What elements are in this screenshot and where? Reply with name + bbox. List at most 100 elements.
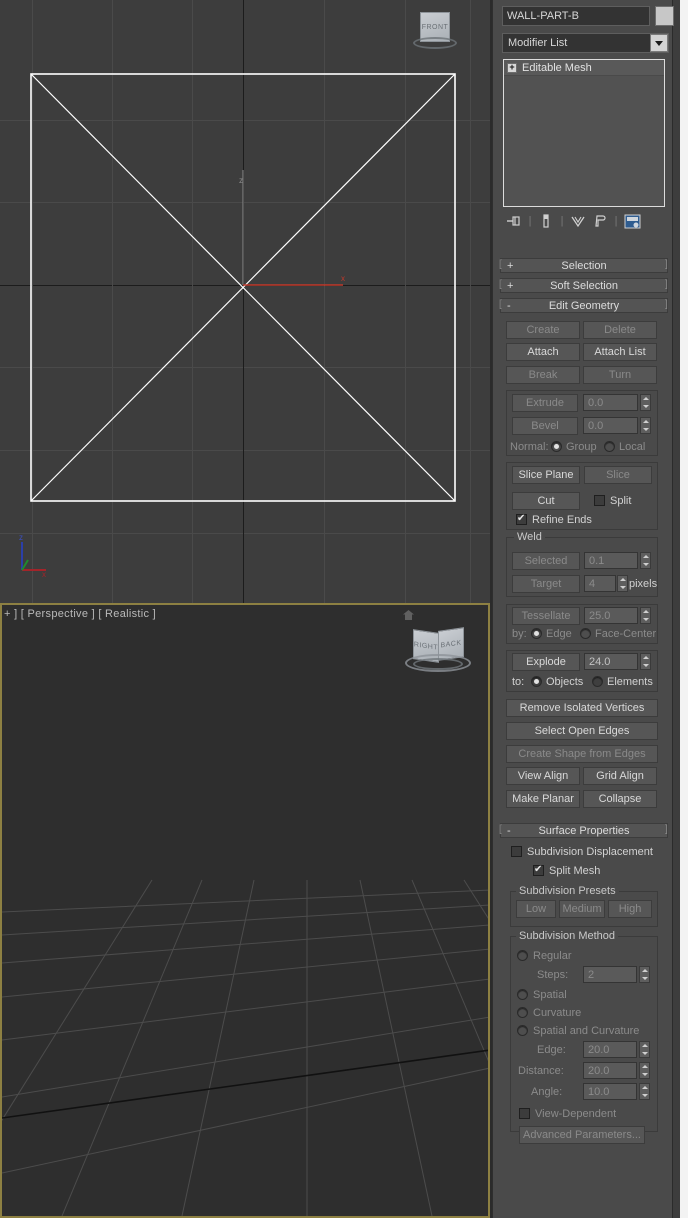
subdivision-displacement-checkbox[interactable]: [511, 846, 522, 857]
object-color-swatch[interactable]: [655, 6, 674, 26]
modifier-stack-list[interactable]: + Editable Mesh: [503, 59, 665, 207]
angle-field[interactable]: 10.0: [583, 1083, 637, 1100]
explode-spinner[interactable]: [640, 653, 651, 670]
object-name-row: [502, 6, 678, 26]
background-window[interactable]: i n r n r - a: [680, 0, 688, 1218]
explode-to-objects-radio[interactable]: [531, 676, 542, 687]
method-spatial-and-curvature-radio[interactable]: [517, 1025, 528, 1036]
bevel-button[interactable]: Bevel: [512, 417, 578, 435]
remove-modifier-icon[interactable]: [589, 211, 611, 231]
explode-to-elements-radio[interactable]: [592, 676, 603, 687]
normal-group-radio[interactable]: [551, 441, 562, 452]
tessellate-by-edge-radio[interactable]: [531, 628, 542, 639]
split-checkbox[interactable]: [594, 495, 605, 506]
rollout-title: Surface Properties: [538, 824, 630, 837]
modifier-list-dropdown[interactable]: Modifier List: [502, 33, 669, 53]
rollout-selection[interactable]: + Selection: [500, 258, 668, 273]
create-button[interactable]: Create: [506, 321, 580, 339]
angle-spinner[interactable]: [639, 1083, 650, 1100]
extrude-amount-field[interactable]: 0.0: [583, 394, 638, 411]
steps-field[interactable]: 2: [583, 966, 637, 983]
rollout-surface-properties[interactable]: - Surface Properties: [500, 823, 668, 838]
select-open-edges-button[interactable]: Select Open Edges: [506, 722, 658, 740]
edge-label: Edge:: [537, 1044, 566, 1056]
view-align-button[interactable]: View Align: [506, 767, 580, 785]
perspective-viewport-viewcube[interactable]: RIGHT BACK: [405, 625, 475, 685]
normal-group-label: Group: [566, 441, 597, 453]
create-shape-from-edges-button[interactable]: Create Shape from Edges: [506, 745, 658, 763]
subdivision-presets-title: Subdivision Presets: [516, 885, 619, 897]
preset-low-button[interactable]: Low: [516, 900, 556, 918]
normal-local-radio[interactable]: [604, 441, 615, 452]
preset-high-button[interactable]: High: [608, 900, 652, 918]
perspective-viewport-label[interactable]: + ] [ Perspective ] [ Realistic ]: [4, 608, 156, 620]
chevron-down-icon[interactable]: [650, 34, 668, 52]
slice-button[interactable]: Slice: [584, 466, 652, 484]
cut-button[interactable]: Cut: [512, 492, 580, 510]
delete-button[interactable]: Delete: [583, 321, 657, 339]
refine-ends-checkbox[interactable]: [516, 513, 527, 525]
tessellate-button[interactable]: Tessellate: [512, 607, 580, 625]
distance-field[interactable]: 20.0: [583, 1062, 637, 1079]
method-curvature-radio[interactable]: [517, 1007, 528, 1018]
explode-angle-field[interactable]: 24.0: [584, 653, 638, 670]
view-dependent-checkbox[interactable]: [519, 1108, 530, 1119]
rollout-edit-geometry[interactable]: - Edit Geometry: [500, 298, 668, 313]
viewcube-home-icon[interactable]: [403, 610, 414, 620]
perspective-viewport[interactable]: + ] [ Perspective ] [ Realistic ] RIGHT …: [0, 605, 490, 1218]
pin-stack-icon[interactable]: [503, 211, 525, 231]
explode-to-elements-label: Elements: [607, 676, 653, 688]
object-name-input[interactable]: [502, 6, 650, 26]
break-button[interactable]: Break: [506, 366, 580, 384]
extrude-spinner[interactable]: [640, 394, 651, 411]
weld-threshold-field[interactable]: 0.1: [584, 552, 638, 569]
edge-field[interactable]: 20.0: [583, 1041, 637, 1058]
turn-button[interactable]: Turn: [583, 366, 657, 384]
attach-list-button[interactable]: Attach List: [583, 343, 657, 361]
bevel-amount-field[interactable]: 0.0: [583, 417, 638, 434]
preset-medium-button[interactable]: Medium: [559, 900, 605, 918]
distance-spinner[interactable]: [639, 1062, 650, 1079]
rollout-bracket: ]: [665, 299, 668, 310]
top-viewport-z-axis-label: z: [239, 176, 243, 185]
rollout-soft-selection[interactable]: + Soft Selection: [500, 278, 668, 293]
tessellate-by-face-center-label: Face-Center: [595, 628, 657, 640]
method-spatial-radio[interactable]: [517, 989, 528, 1000]
remove-isolated-vertices-button[interactable]: Remove Isolated Vertices: [506, 699, 658, 717]
show-end-result-icon[interactable]: [535, 211, 557, 231]
angle-label: Angle:: [531, 1086, 563, 1098]
normal-label: Normal:: [510, 441, 549, 453]
top-viewport[interactable]: z x FRONT: [0, 0, 490, 603]
tessellate-tension-field[interactable]: 25.0: [584, 607, 638, 624]
tessellate-by-face-center-radio[interactable]: [580, 628, 591, 639]
subdivision-displacement-label: Subdivision Displacement: [527, 846, 653, 858]
slice-plane-button[interactable]: Slice Plane: [512, 466, 580, 484]
explode-to-objects-label: Objects: [546, 676, 584, 688]
steps-spinner[interactable]: [639, 966, 650, 983]
top-viewport-viewcube[interactable]: FRONT: [413, 12, 457, 54]
command-panel-scrollbar[interactable]: [672, 0, 680, 1218]
weld-selected-button[interactable]: Selected: [512, 552, 580, 570]
modifier-stack-item[interactable]: + Editable Mesh: [504, 60, 664, 76]
attach-button[interactable]: Attach: [506, 343, 580, 361]
split-mesh-checkbox[interactable]: [533, 864, 544, 876]
edge-spinner[interactable]: [639, 1041, 650, 1058]
method-regular-radio[interactable]: [517, 950, 528, 961]
make-planar-button[interactable]: Make Planar: [506, 790, 580, 808]
tessellate-spinner[interactable]: [640, 607, 651, 624]
expand-icon[interactable]: +: [507, 62, 517, 73]
normal-local-label: Local: [619, 441, 646, 453]
weld-target-button[interactable]: Target: [512, 575, 580, 593]
collapse-button[interactable]: Collapse: [583, 790, 657, 808]
weld-threshold-spinner[interactable]: [640, 552, 651, 569]
extrude-button[interactable]: Extrude: [512, 394, 578, 412]
configure-modifier-sets-icon[interactable]: [621, 211, 643, 231]
make-unique-icon[interactable]: [567, 211, 589, 231]
explode-button[interactable]: Explode: [512, 653, 580, 671]
modifier-stack-item-label: Editable Mesh: [522, 61, 592, 74]
grid-align-button[interactable]: Grid Align: [583, 767, 657, 785]
weld-target-spinner[interactable]: [617, 575, 628, 592]
advanced-parameters-button[interactable]: Advanced Parameters...: [519, 1126, 645, 1144]
weld-target-field[interactable]: 4: [584, 575, 616, 592]
bevel-spinner[interactable]: [640, 417, 651, 434]
